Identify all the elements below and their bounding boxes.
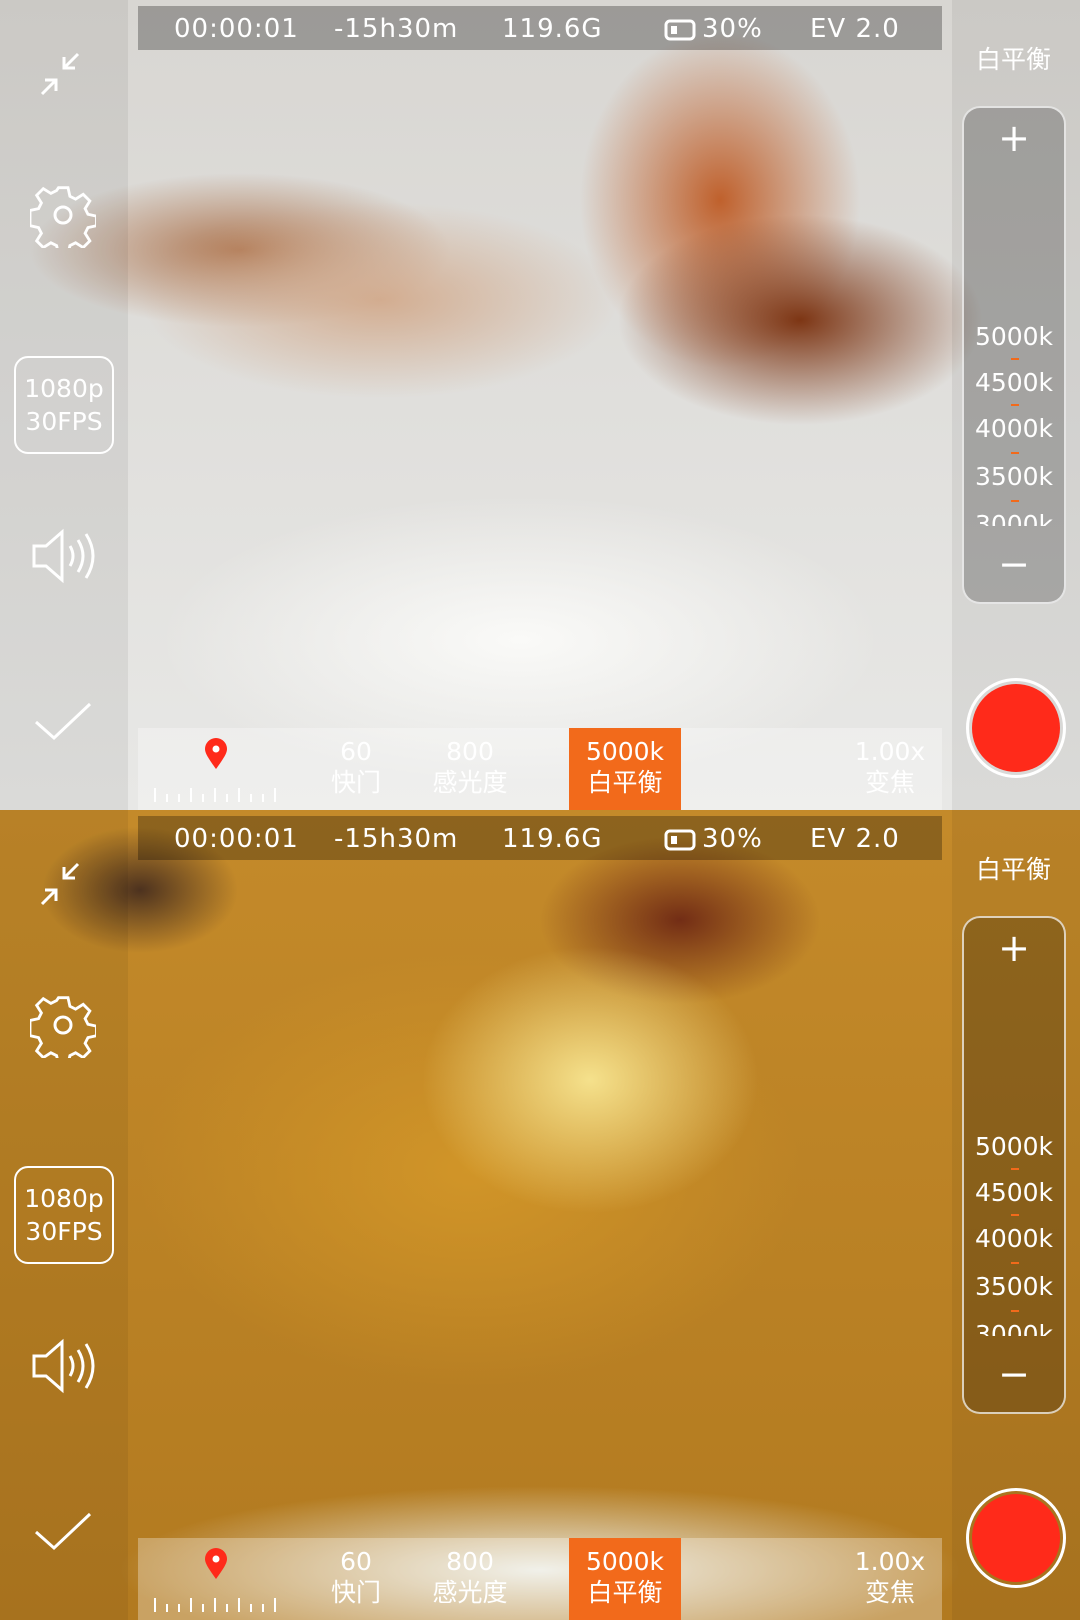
viewfinder-image [0,810,1080,1620]
zoom-value: 1.00x [854,1547,926,1576]
record-button[interactable] [966,678,1066,778]
remaining-time: -15h30m [334,824,459,854]
iso-control[interactable]: 800 感光度 [428,736,512,798]
wb-value-3000[interactable]: 3000k [964,1320,1064,1336]
shutter-label: 快门 [330,768,381,797]
fps-label: 30FPS [25,1217,103,1246]
wb-tick [1011,1262,1019,1264]
wb-label: 白平衡 [587,768,663,797]
collapse-arrows-icon[interactable] [30,854,90,918]
record-time: 00:00:01 [174,14,299,44]
iso-control[interactable]: 800 感光度 [428,1546,512,1608]
status-bar: 00:00:01 -15h30m 119.6G 30% EV 2.0 [138,6,942,50]
wb-value-5000[interactable]: 5000k [964,1132,1064,1161]
white-balance-title: 白平衡 [976,855,1052,884]
iso-value: 800 [446,737,494,766]
location-ruler[interactable] [154,788,278,802]
white-balance-slider[interactable]: + 5000k 4500k 4000k 3500k 3000k − [962,106,1066,604]
status-bar: 00:00:01 -15h30m 119.6G 30% EV 2.0 [138,816,942,860]
zoom-control[interactable]: 1.00x 变焦 [850,1546,930,1608]
wb-increase-button[interactable]: + [964,926,1064,970]
gear-icon[interactable] [28,992,98,1066]
location-ruler[interactable] [154,1598,278,1612]
checkmark-icon[interactable] [30,1508,96,1562]
white-balance-slider[interactable]: + 5000k 4500k 4000k 3500k 3000k − [962,916,1066,1414]
left-toolbar: 1080p 30FPS [0,0,128,810]
wb-decrease-button[interactable]: − [964,1352,1064,1396]
record-dot [972,684,1060,772]
zoom-value: 1.00x [854,737,926,766]
camera-screen-top: 00:00:01 -15h30m 119.6G 30% EV 2.0 1080p… [0,0,1080,810]
ev-value: EV 2.0 [810,14,900,44]
wb-decrease-button[interactable]: − [964,542,1064,586]
record-time: 00:00:01 [174,824,299,854]
wb-value-4500[interactable]: 4500k [964,1178,1064,1207]
location-pin-icon [204,738,228,774]
remaining-time: -15h30m [334,14,459,44]
location-pin-icon [204,1548,228,1584]
gear-icon[interactable] [28,182,98,256]
wb-tick [1011,358,1019,360]
wb-value-3500[interactable]: 3500k [964,462,1064,491]
wb-value: 5000k [585,1547,665,1576]
wb-value-5000[interactable]: 5000k [964,322,1064,351]
shutter-label: 快门 [330,1578,381,1607]
speaker-icon[interactable] [30,526,100,590]
collapse-arrows-icon[interactable] [30,44,90,108]
white-balance-control[interactable]: 5000k 白平衡 [569,728,681,810]
zoom-label: 变焦 [864,1578,915,1607]
battery-icon [664,18,696,48]
wb-value-4500[interactable]: 4500k [964,368,1064,397]
white-balance-title: 白平衡 [976,45,1052,74]
camera-screen-bottom: 00:00:01 -15h30m 119.6G 30% EV 2.0 1080p… [0,810,1080,1620]
iso-label: 感光度 [432,1578,508,1607]
shutter-control[interactable]: 60 快门 [328,1546,384,1608]
wb-value-3500[interactable]: 3500k [964,1272,1064,1301]
wb-value: 5000k [585,737,665,766]
resolution-label: 1080p [24,374,104,403]
wb-value-4000[interactable]: 4000k [964,1224,1064,1253]
white-balance-control[interactable]: 5000k 白平衡 [569,1538,681,1620]
speaker-icon[interactable] [30,1336,100,1400]
shutter-value: 60 [340,737,372,766]
record-dot [972,1494,1060,1582]
wb-increase-button[interactable]: + [964,116,1064,160]
iso-label: 感光度 [432,768,508,797]
wb-value-4000[interactable]: 4000k [964,414,1064,443]
wb-tick [1011,404,1019,406]
checkmark-icon[interactable] [30,698,96,752]
record-button[interactable] [966,1488,1066,1588]
storage-free: 119.6G [502,824,603,854]
exposure-control-bar: 60 快门 800 感光度 5000k 白平衡 1.00x 变焦 [138,1538,942,1620]
battery-icon [664,828,696,858]
zoom-control[interactable]: 1.00x 变焦 [850,736,930,798]
zoom-label: 变焦 [864,768,915,797]
wb-value-3000[interactable]: 3000k [964,510,1064,526]
wb-tick [1011,1214,1019,1216]
wb-tick [1011,1310,1019,1312]
wb-tick [1011,452,1019,454]
battery-level: 30% [702,14,763,44]
shutter-control[interactable]: 60 快门 [328,736,384,798]
resolution-button[interactable]: 1080p 30FPS [14,356,114,454]
wb-tick [1011,500,1019,502]
ev-value: EV 2.0 [810,824,900,854]
left-toolbar: 1080p 30FPS [0,810,128,1620]
battery-level: 30% [702,824,763,854]
fps-label: 30FPS [25,407,103,436]
resolution-button[interactable]: 1080p 30FPS [14,1166,114,1264]
viewfinder-image [0,0,1080,810]
resolution-label: 1080p [24,1184,104,1213]
shutter-value: 60 [340,1547,372,1576]
exposure-control-bar: 60 快门 800 感光度 5000k 白平衡 1.00x 变焦 [138,728,942,810]
wb-label: 白平衡 [587,1578,663,1607]
wb-tick [1011,1168,1019,1170]
storage-free: 119.6G [502,14,603,44]
iso-value: 800 [446,1547,494,1576]
